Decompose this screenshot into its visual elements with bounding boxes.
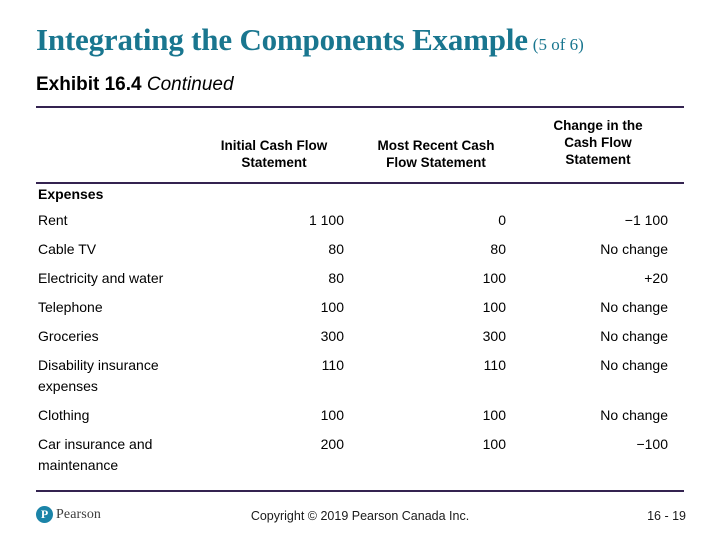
row-value-change: −100: [636, 436, 668, 452]
row-value-initial: 1 100: [308, 212, 344, 228]
column-header-change-in-the-cash-flow-statement: Change in the Cash Flow Statement: [528, 112, 668, 168]
table-row: Cable TV 80 80 No change: [36, 239, 684, 268]
row-value-change: No change: [600, 328, 668, 344]
column-header-line: Change in the: [553, 118, 643, 133]
copyright-text: Copyright © 2019 Pearson Canada Inc.: [250, 509, 470, 523]
column-header-line: Statement: [241, 155, 307, 170]
column-header-most-recent-cash-flow-statement: Most Recent Cash Flow Statement: [366, 112, 506, 171]
table-row: Clothing 100 100 No change: [36, 405, 684, 434]
slide: Integrating the Components Example (5 of …: [0, 0, 720, 540]
row-value-initial: 300: [320, 328, 344, 344]
table-row: Rent 1 100 0 −1 100: [36, 210, 684, 239]
row-label: Cable TV: [38, 241, 97, 257]
column-header-line: Statement: [565, 152, 631, 167]
row-value-recent: 100: [482, 407, 506, 423]
section-header-expenses: Expenses: [38, 186, 104, 202]
page-title-suffix: (5 of 6): [532, 35, 584, 54]
column-header-line: Initial Cash Flow: [220, 138, 328, 153]
row-label: Car insurance and maintenance: [38, 436, 153, 473]
row-value-initial: 80: [328, 270, 344, 286]
exhibit-number: Exhibit 16.4: [36, 74, 142, 95]
row-value-recent: 0: [498, 212, 506, 228]
row-value-change: −1 100: [624, 212, 668, 228]
row-value-recent: 80: [490, 241, 506, 257]
row-label: Groceries: [38, 328, 99, 344]
row-label: Disability insurance expenses: [38, 357, 159, 394]
row-value-change: +20: [644, 270, 668, 286]
page-title-main: Integrating the Components Example: [36, 22, 528, 57]
column-header-line: Flow Statement: [386, 155, 486, 170]
table-header-row: Initial Cash Flow Statement Most Recent …: [36, 112, 684, 182]
row-value-initial: 80: [328, 241, 344, 257]
page-title: Integrating the Components Example (5 of …: [36, 22, 686, 58]
row-value-recent: 100: [482, 299, 506, 315]
row-value-change: No change: [600, 407, 668, 423]
column-header-initial-cash-flow-statement: Initial Cash Flow Statement: [204, 112, 344, 171]
table-row: Telephone 100 100 No change: [36, 297, 684, 326]
column-header-line: Cash Flow: [564, 135, 632, 150]
exhibit-table: Initial Cash Flow Statement Most Recent …: [36, 112, 684, 482]
row-label: Electricity and water: [38, 270, 164, 286]
row-label: Clothing: [38, 407, 90, 423]
row-label: Rent: [38, 212, 68, 228]
row-value-change: No change: [600, 299, 668, 315]
table-body: Expenses Rent 1 100 0 −1 100 Cable TV 80…: [36, 184, 684, 482]
table-row: Electricity and water 80 100 +20: [36, 268, 684, 297]
divider-top: [36, 106, 684, 108]
row-value-recent: 100: [482, 270, 506, 286]
slide-footer: P Pearson Copyright © 2019 Pearson Canad…: [0, 498, 720, 540]
page-number: 16 - 19: [647, 509, 686, 523]
row-value-initial: 110: [321, 357, 344, 373]
exhibit-continued-label: Continued: [146, 74, 234, 95]
divider-bottom: [36, 490, 684, 492]
row-value-recent: 300: [482, 328, 506, 344]
row-value-change: No change: [600, 357, 668, 373]
table-row: Car insurance and maintenance 200 100 −1…: [36, 434, 684, 482]
row-value-initial: 200: [320, 436, 344, 452]
row-value-change: No change: [600, 241, 668, 257]
table-row: Disability insurance expenses 110 110 No…: [36, 355, 684, 405]
row-value-recent: 110: [483, 357, 506, 373]
row-value-initial: 100: [320, 407, 344, 423]
row-label: Telephone: [38, 299, 103, 315]
row-value-recent: 100: [482, 436, 506, 452]
row-value-initial: 100: [320, 299, 344, 315]
table-row: Groceries 300 300 No change: [36, 326, 684, 355]
exhibit-subtitle: Exhibit 16.4 Continued: [36, 74, 234, 96]
column-header-line: Most Recent Cash: [377, 138, 495, 153]
